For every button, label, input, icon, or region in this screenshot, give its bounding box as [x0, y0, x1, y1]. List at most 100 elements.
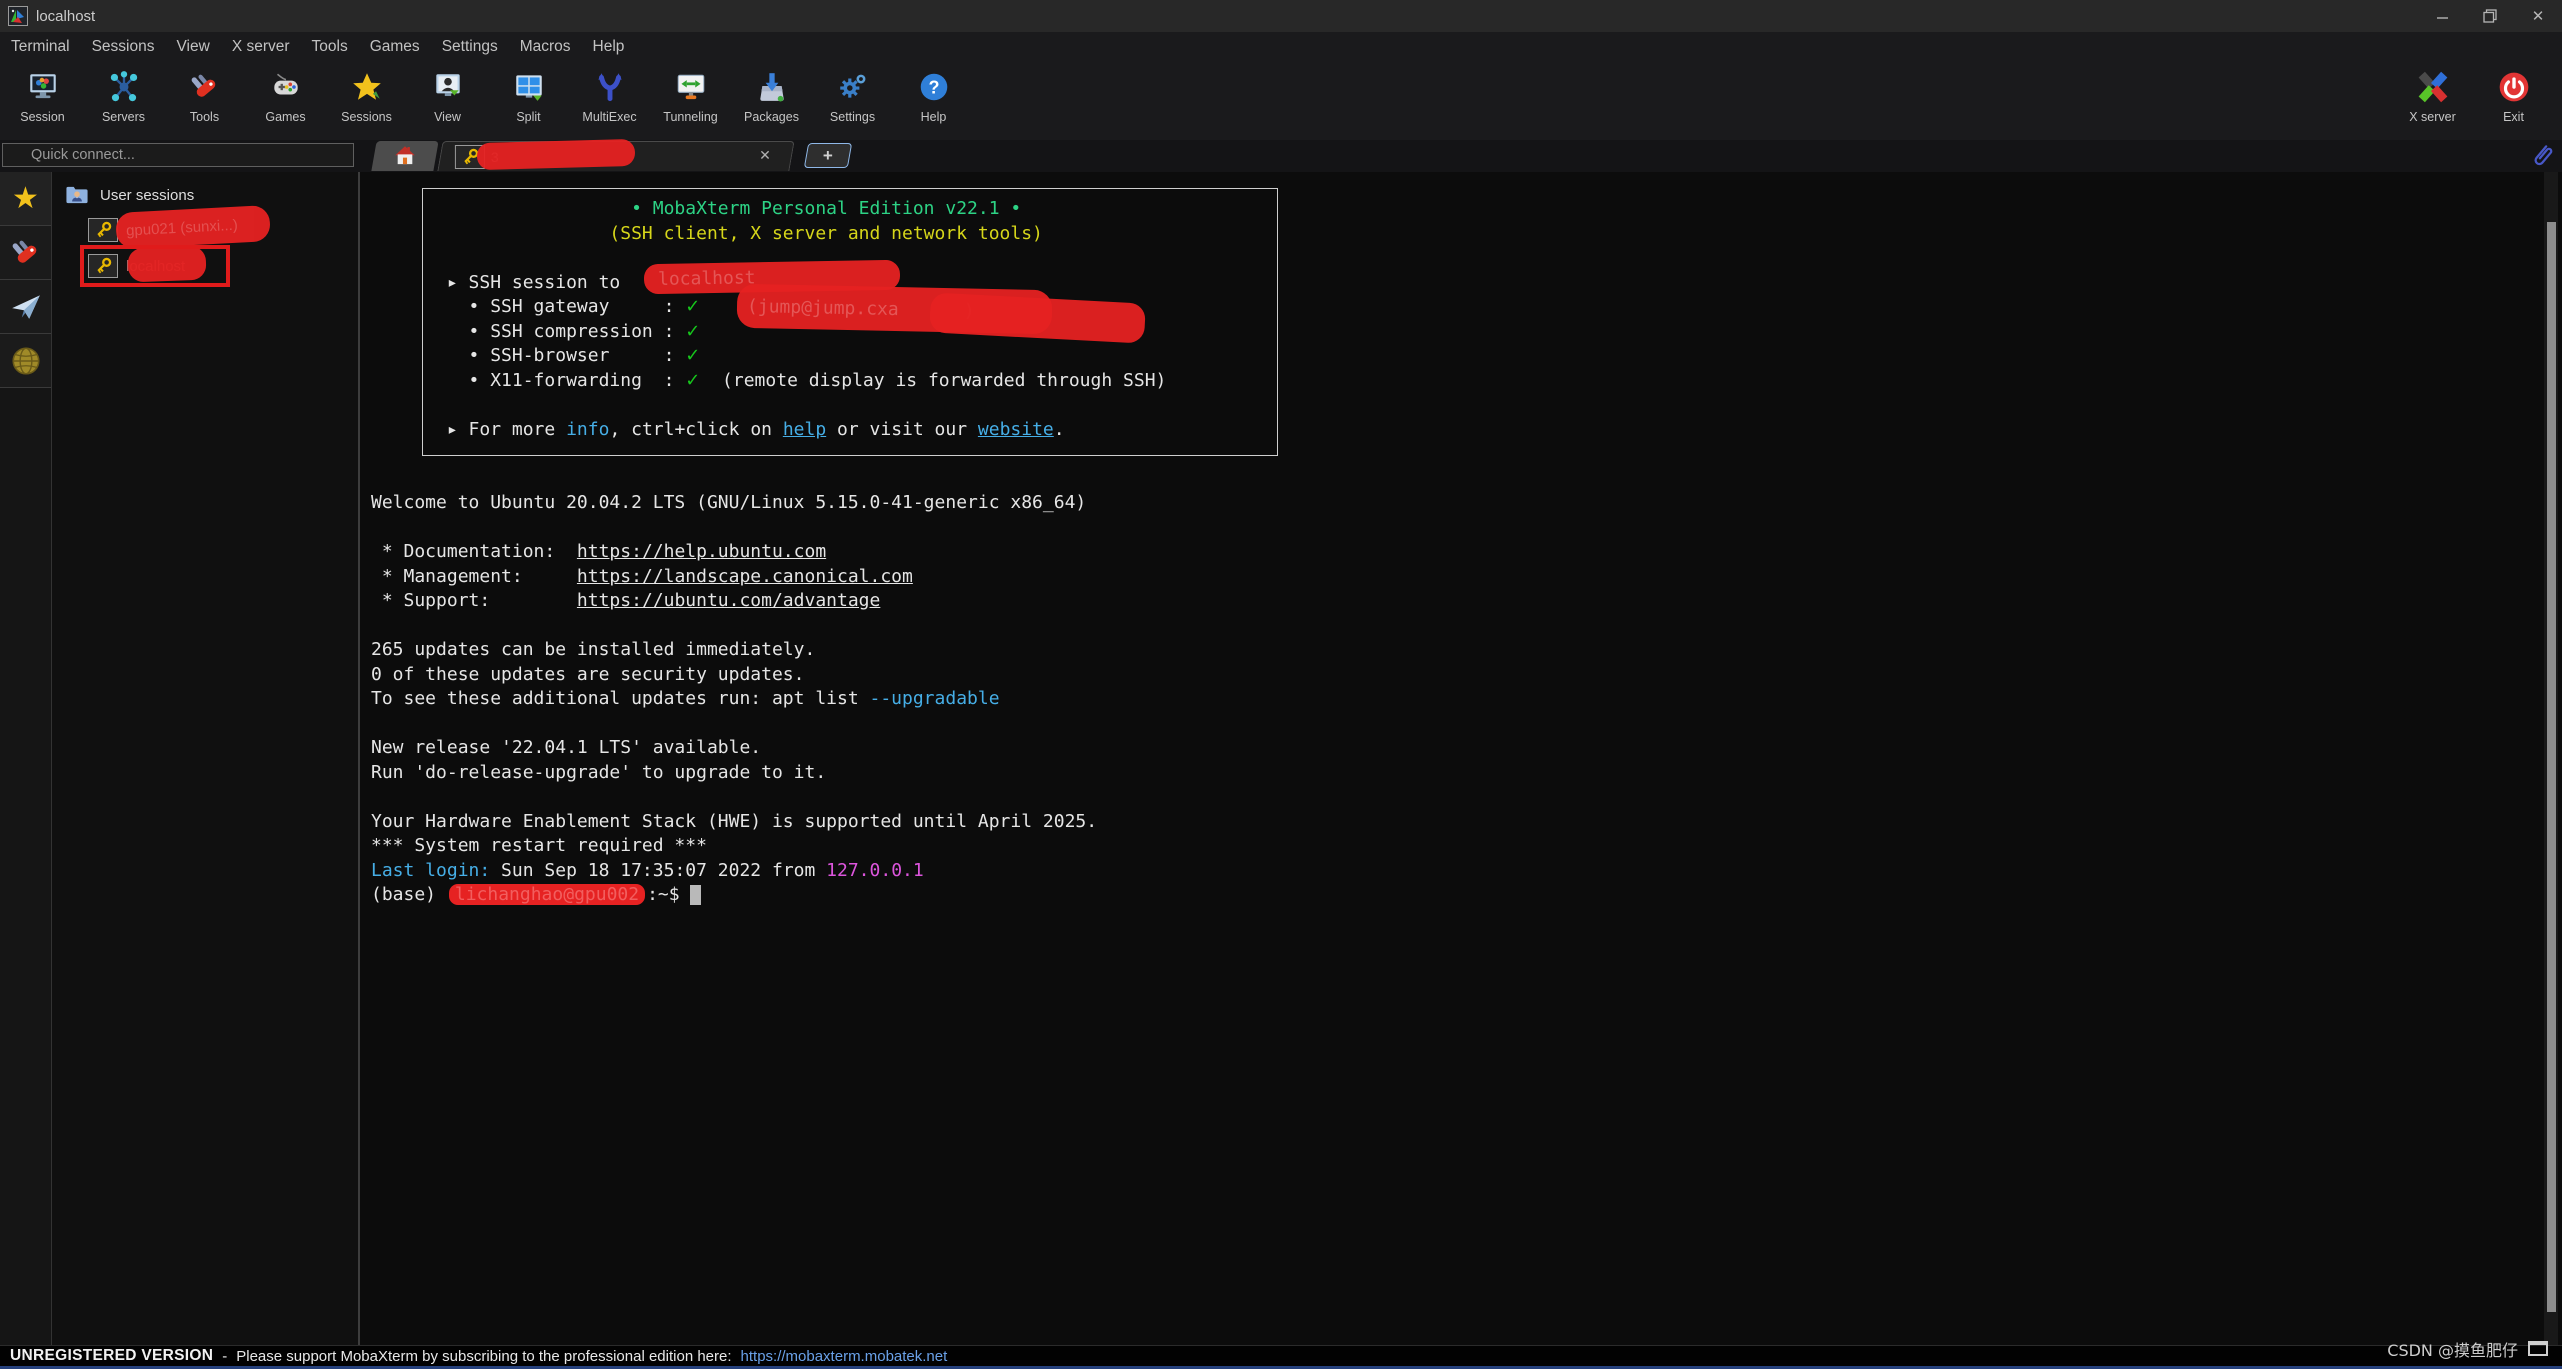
toolbar-sessions-button[interactable]: Sessions — [326, 62, 407, 138]
terminal-scrollbar-thumb[interactable] — [2547, 222, 2556, 1312]
key-icon-badge — [88, 218, 118, 242]
svg-text:?: ? — [928, 77, 939, 97]
sidebar-network-button[interactable] — [0, 334, 51, 388]
red-highlight-rectangle — [80, 245, 230, 287]
menu-terminal[interactable]: Terminal — [0, 32, 81, 62]
quick-connect-input[interactable] — [2, 143, 354, 167]
home-tab[interactable] — [371, 141, 438, 171]
toolbar-games-button[interactable]: Games — [245, 62, 326, 138]
close-button[interactable]: ✕ — [2514, 0, 2562, 32]
terminal-line — [371, 614, 1166, 639]
menu-settings[interactable]: Settings — [431, 32, 509, 62]
mobatek-link[interactable]: https://mobaxterm.mobatek.net — [741, 1348, 948, 1365]
toolbar-servers-button[interactable]: Servers — [83, 62, 164, 138]
terminal-line — [371, 393, 1166, 418]
terminal-line: • X11-forwarding : ✓ (remote display is … — [371, 369, 1166, 394]
help-icon: ? — [917, 66, 951, 108]
minimize-button[interactable] — [2418, 0, 2466, 32]
terminal-line — [371, 467, 1166, 492]
sidebar-favorites-button[interactable]: ★ — [0, 172, 51, 226]
terminal-line: New release '22.04.1 LTS' available. — [371, 736, 1166, 761]
terminal-line — [371, 712, 1166, 737]
mobaxterm-window: localhost ✕ TerminalSessionsViewX server… — [0, 0, 2562, 1369]
terminal-line — [371, 785, 1166, 810]
packages-icon — [755, 66, 789, 108]
menu-x-server[interactable]: X server — [221, 32, 301, 62]
mobaxterm-logo-icon — [8, 6, 28, 26]
toolbar-session-button[interactable]: Session — [2, 62, 83, 138]
terminal-line: ▸ For more info, ctrl+click on help or v… — [371, 418, 1166, 443]
terminal-line: 0 of these updates are security updates. — [371, 663, 1166, 688]
swiss-knife-icon — [188, 66, 222, 108]
menu-help[interactable]: Help — [582, 32, 636, 62]
status-bar: UNREGISTERED VERSION - Please support Mo… — [0, 1345, 2562, 1369]
terminal-line: *** System restart required *** — [371, 834, 1166, 859]
terminal-line: (SSH client, X server and network tools) — [371, 222, 1166, 247]
status-separator: - — [222, 1348, 227, 1365]
toolbar-view-button[interactable]: View — [407, 62, 488, 138]
unregistered-label: UNREGISTERED VERSION — [10, 1347, 213, 1365]
terminal-line — [371, 516, 1166, 541]
toolbar-tunneling-button[interactable]: Tunneling — [650, 62, 731, 138]
toolbar-x-server-button[interactable]: X server — [2392, 62, 2473, 138]
terminal-line: • SSH-browser : ✓ — [371, 344, 1166, 369]
gear-icon — [836, 66, 870, 108]
terminal-line: * Management: https://landscape.canonica… — [371, 565, 1166, 590]
terminal-line: * Documentation: https://help.ubuntu.com — [371, 540, 1166, 565]
tunneling-icon — [674, 66, 708, 108]
paperclip-icon[interactable] — [2528, 141, 2558, 171]
menu-sessions[interactable]: Sessions — [81, 32, 166, 62]
menu-games[interactable]: Games — [359, 32, 431, 62]
toolbar-split-button[interactable]: Split — [488, 62, 569, 138]
toolbar-help-button[interactable]: ?Help — [893, 62, 974, 138]
paper-plane-icon — [9, 290, 43, 324]
key-icon — [91, 219, 115, 241]
toolbar-buttons: SessionServersToolsGamesSessionsViewSpli… — [2, 62, 974, 138]
user-folder-icon — [62, 182, 92, 208]
toolbar: SessionServersToolsGamesSessionsViewSpli… — [0, 62, 2562, 140]
terminal-line: Welcome to Ubuntu 20.04.2 LTS (GNU/Linux… — [371, 491, 1166, 516]
redaction-blob-tab-title — [477, 139, 636, 170]
star-icon — [350, 66, 384, 108]
terminal-line: Run 'do-release-upgrade' to upgrade to i… — [371, 761, 1166, 786]
tree-root-user-sessions[interactable]: User sessions — [62, 182, 358, 208]
terminal-line: Your Hardware Enablement Stack (HWE) is … — [371, 810, 1166, 835]
home-icon — [392, 143, 418, 169]
servers-network-icon — [107, 66, 141, 108]
toolbar-packages-button[interactable]: Packages — [731, 62, 812, 138]
new-tab-button[interactable]: + — [804, 143, 852, 168]
csdn-watermark: CSDN @摸鱼肥仔 — [2387, 1337, 2518, 1361]
sidebar-icon-strip: ★ — [0, 172, 52, 1345]
corner-window-icon — [2528, 1341, 2548, 1356]
multiexec-fork-icon — [593, 66, 627, 108]
terminal-screen[interactable]: • MobaXterm Personal Edition v22.1 • (SS… — [360, 172, 2562, 1345]
tab-close-icon[interactable]: ✕ — [759, 147, 771, 164]
terminal-line: To see these additional updates run: apt… — [371, 687, 1166, 712]
status-message: Please support MobaXterm by subscribing … — [236, 1348, 731, 1365]
sessions-tree: User sessions localhost — [52, 172, 360, 1345]
tab-bar: 3 ✕ + — [0, 140, 2562, 172]
x-server-icon — [2415, 66, 2451, 108]
toolbar-settings-button[interactable]: Settings — [812, 62, 893, 138]
power-icon — [2497, 66, 2531, 108]
terminal-line: * Support: https://ubuntu.com/advantage — [371, 589, 1166, 614]
toolbar-exit-button[interactable]: Exit — [2473, 62, 2554, 138]
terminal-line: Last login: Sun Sep 18 17:35:07 2022 fro… — [371, 859, 1166, 884]
restore-button[interactable] — [2466, 0, 2514, 32]
gamepad-icon — [269, 66, 303, 108]
sidebar-tools-button[interactable] — [0, 226, 51, 280]
terminal-line: (base) lichanghao@gpu002:~$ — [371, 883, 1166, 908]
menu-view[interactable]: View — [165, 32, 220, 62]
terminal-line — [371, 442, 1166, 467]
window-controls: ✕ — [2418, 0, 2562, 32]
toolbar-tools-button[interactable]: Tools — [164, 62, 245, 138]
split-grid-icon — [512, 66, 546, 108]
menu-macros[interactable]: Macros — [509, 32, 582, 62]
menu-tools[interactable]: Tools — [301, 32, 359, 62]
user-view-icon — [431, 66, 465, 108]
session-monitor-icon — [26, 66, 60, 108]
sidebar-send-plane-button[interactable] — [0, 280, 51, 334]
title-bar: localhost ✕ — [0, 0, 2562, 32]
terminal-line: 265 updates can be installed immediately… — [371, 638, 1166, 663]
toolbar-multiexec-button[interactable]: MultiExec — [569, 62, 650, 138]
